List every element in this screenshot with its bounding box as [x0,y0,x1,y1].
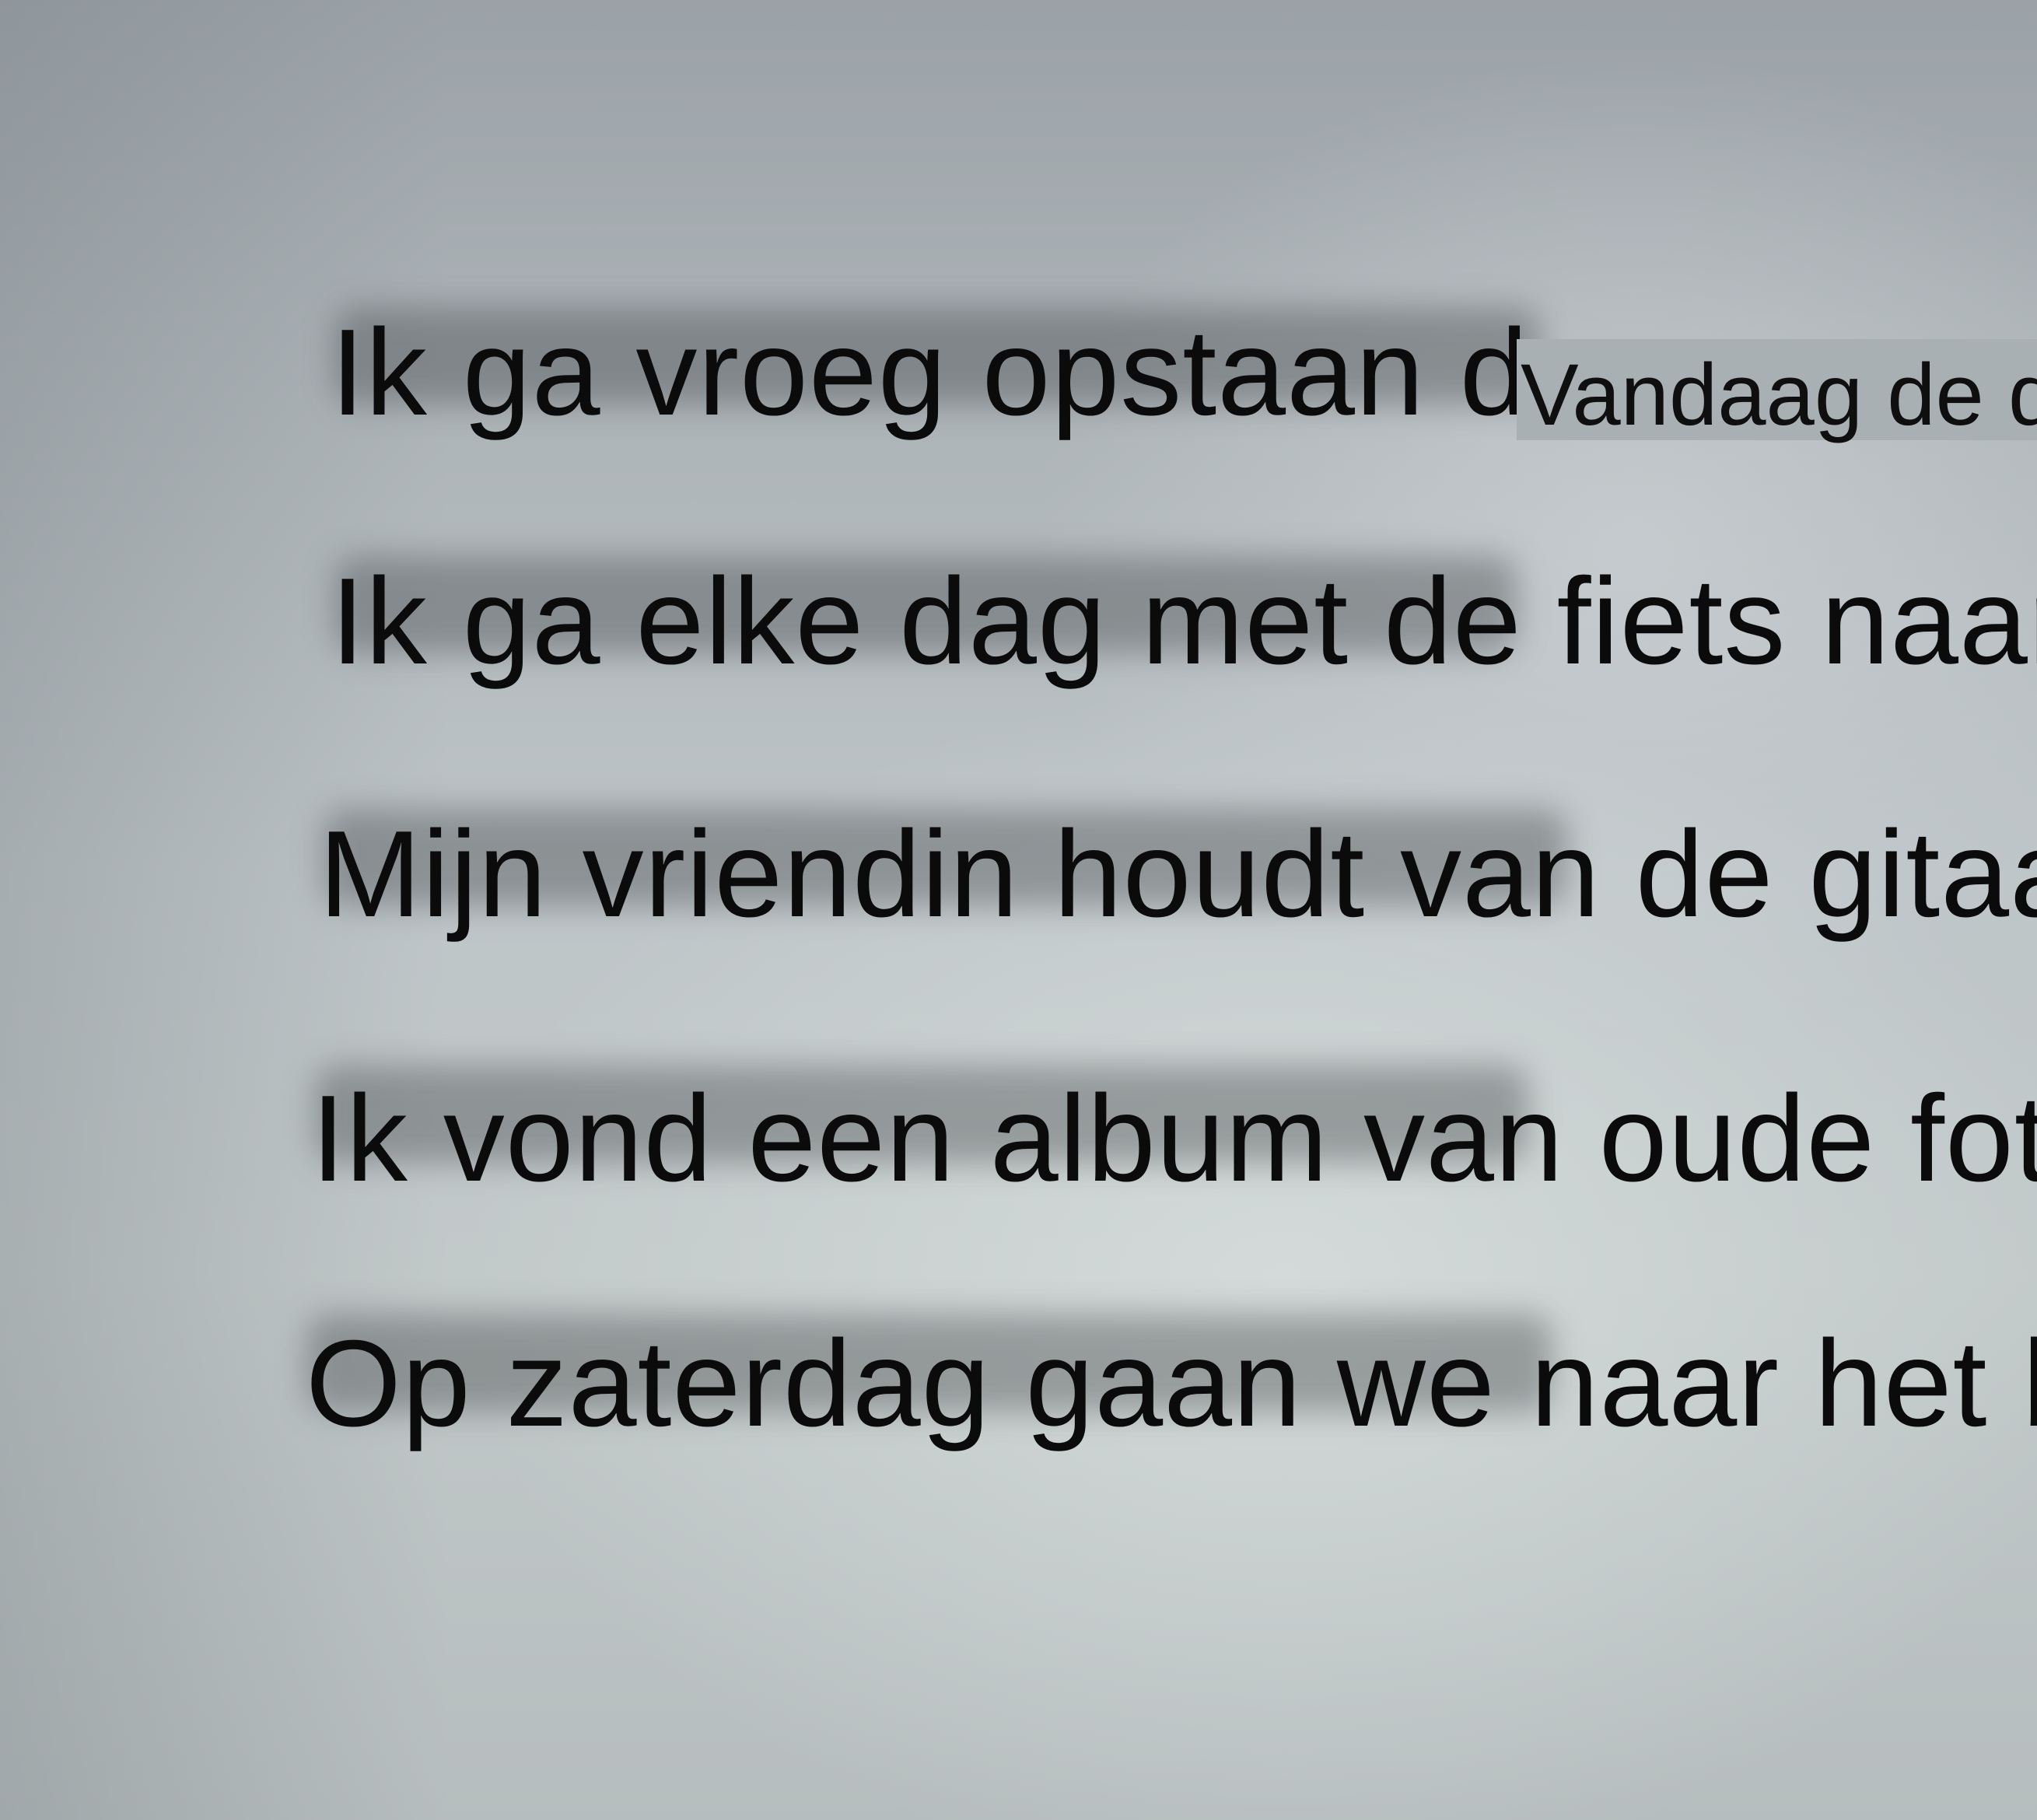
text-line-3: Mijn vriendin houdt van de gitaar. [319,806,2037,943]
text-line-2: Ik ga elke dag met de fiets naar he [331,553,2037,690]
text-line-1: Ik ga vroeg opstaan da [331,304,1598,441]
overlapping-text-fragment: Vandaag de d [1521,346,2037,443]
photographed-paper: Ik ga vroeg opstaan da normaal Vandaag d… [0,0,2037,1820]
text-line-5: Op zaterdag gaan we naar het b [306,1315,2037,1452]
text-line-4: Ik vond een album van oude foto [311,1070,2037,1207]
